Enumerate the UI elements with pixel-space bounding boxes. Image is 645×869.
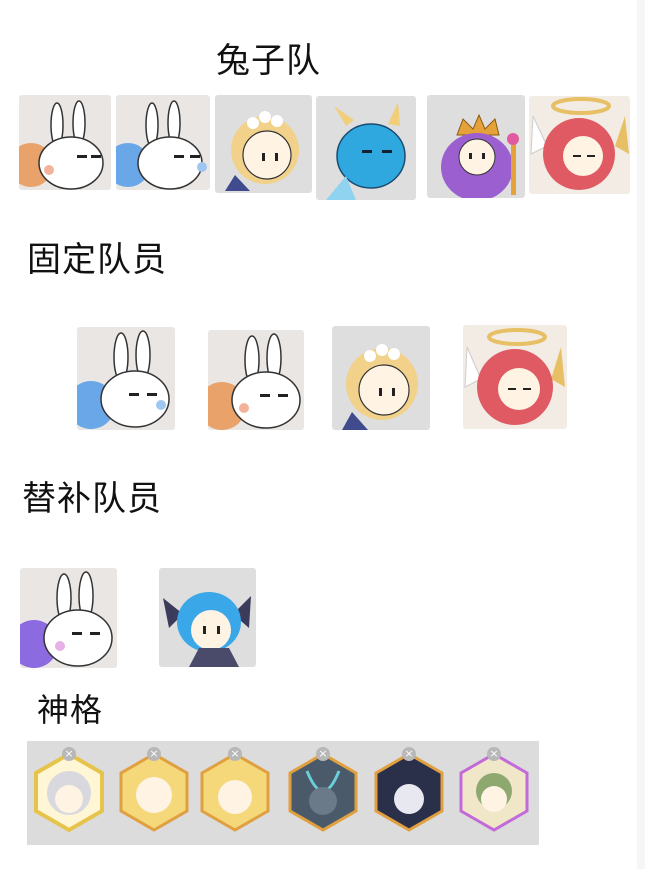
deity-title: 神格 xyxy=(37,691,104,729)
deity-slot-3[interactable]: × xyxy=(199,747,271,833)
blonde-girl-icon xyxy=(225,111,299,191)
green-hair-deity-icon xyxy=(459,752,529,832)
red-angel-icon xyxy=(464,328,565,425)
bunny-orange-icon xyxy=(208,333,301,430)
blonde-girl-icon xyxy=(342,344,418,430)
sub-member-2[interactable] xyxy=(159,568,256,667)
team-member-5[interactable] xyxy=(427,95,525,198)
dark-spirit-deity-icon xyxy=(288,752,358,832)
white-hair-deity-icon xyxy=(34,751,104,833)
team-title: 兔子队 xyxy=(216,41,321,81)
bunny-purple-icon xyxy=(20,571,113,668)
team-member-6[interactable] xyxy=(529,96,630,194)
fixed-member-1[interactable] xyxy=(77,327,175,430)
deity-slots: × × × × × × xyxy=(27,741,539,845)
sub-member-1[interactable] xyxy=(20,568,117,668)
substitute-members-title: 替补队员 xyxy=(22,479,162,519)
remove-deity-5-icon[interactable]: × xyxy=(402,747,416,761)
deity-slot-5[interactable]: × xyxy=(373,747,445,833)
team-member-3[interactable] xyxy=(215,95,312,193)
purple-queen-icon xyxy=(441,113,519,198)
remove-deity-2-icon[interactable]: × xyxy=(147,747,161,761)
deity-slot-4[interactable]: × xyxy=(287,747,359,833)
team-member-1[interactable] xyxy=(19,95,111,190)
page-edge xyxy=(637,0,645,869)
remove-deity-1-icon[interactable]: × xyxy=(62,747,76,761)
blue-dragon-icon xyxy=(326,102,406,200)
red-angel-icon xyxy=(530,97,629,190)
blonde-horn-deity-icon xyxy=(119,752,189,832)
remove-deity-3-icon[interactable]: × xyxy=(228,747,242,761)
remove-deity-4-icon[interactable]: × xyxy=(316,747,330,761)
bunny-orange-icon xyxy=(19,100,104,190)
dark-hair-deity-icon xyxy=(374,752,444,832)
fixed-member-3[interactable] xyxy=(332,326,430,430)
bunny-blue-icon xyxy=(77,330,170,429)
bunny-blue-icon xyxy=(116,100,207,190)
deity-slot-2[interactable]: × xyxy=(118,747,190,833)
fixed-member-4[interactable] xyxy=(463,325,567,429)
fixed-member-2[interactable] xyxy=(208,330,304,430)
team-member-4[interactable] xyxy=(316,96,416,200)
blonde-boy-deity-icon xyxy=(200,752,270,832)
deity-slot-6[interactable]: × xyxy=(458,747,530,833)
blue-hair-girl-icon xyxy=(163,592,251,667)
team-member-2[interactable] xyxy=(116,95,210,190)
fixed-members-title: 固定队员 xyxy=(27,240,167,280)
remove-deity-6-icon[interactable]: × xyxy=(487,747,501,761)
deity-slot-1[interactable]: × xyxy=(33,747,105,833)
